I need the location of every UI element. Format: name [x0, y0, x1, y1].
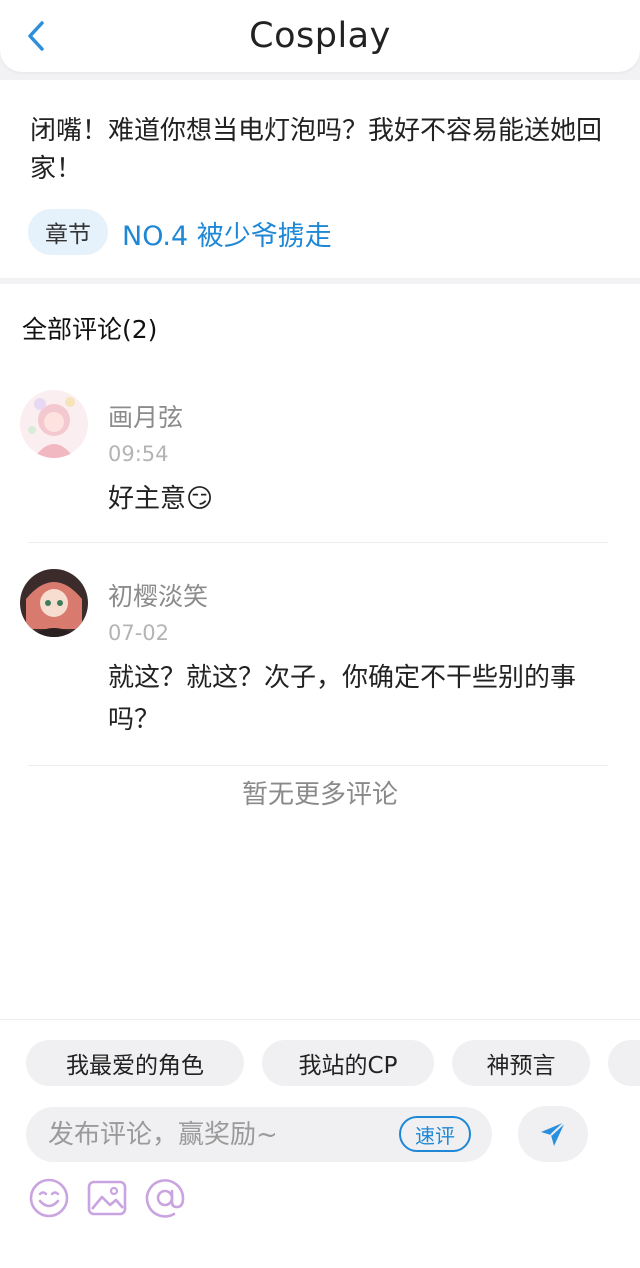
comment-input[interactable]	[48, 1107, 388, 1162]
chapter-tag: 章节	[28, 209, 108, 255]
comment-text: 就这？就这？次子，你确定不干些别的事吗？	[108, 663, 577, 735]
comments-section: 全部评论(2) 画月弦 09:54 好主意😏 初樱淡笑 07-02 就这？就这？…	[0, 284, 640, 1019]
quick-topic-chips: 我最爱的角色 我站的CP 神预言	[0, 1040, 640, 1086]
comment-author[interactable]: 画月弦	[108, 398, 183, 434]
comments-heading: 全部评论(2)	[22, 315, 158, 344]
avatar-image	[20, 390, 88, 458]
at-mention-icon[interactable]	[144, 1177, 186, 1219]
quote-card: 闭嘴！难道你想当电灯泡吗？我好不容易能送她回家！ 章节 NO.4 被少爷掳走	[0, 80, 640, 278]
comment-composer: 我最爱的角色 我站的CP 神预言 速评	[0, 1019, 640, 1268]
avatar-image	[20, 569, 88, 637]
comment-item: 初樱淡笑 07-02 就这？就这？次子，你确定不干些别的事吗？	[0, 569, 640, 749]
image-icon[interactable]	[86, 1177, 128, 1219]
avatar[interactable]	[20, 390, 88, 458]
comment-time: 09:54	[108, 442, 169, 466]
send-button[interactable]	[518, 1106, 588, 1162]
topic-chip[interactable]: 神预言	[452, 1040, 590, 1086]
comment-text: 好主意😏	[108, 484, 214, 514]
topic-chip-partial[interactable]	[608, 1040, 640, 1086]
chapter-link[interactable]: NO.4 被少爷掳走	[122, 214, 332, 253]
topic-chip[interactable]: 我最爱的角色	[26, 1040, 244, 1086]
comment-author[interactable]: 初樱淡笑	[108, 577, 208, 613]
topic-chip[interactable]: 我站的CP	[262, 1040, 434, 1086]
page-title: Cosplay	[249, 16, 391, 56]
avatar[interactable]	[20, 569, 88, 637]
quick-comment-button[interactable]: 速评	[399, 1116, 471, 1152]
emoji-icon[interactable]	[28, 1177, 70, 1219]
no-more-comments: 暂无更多评论	[241, 780, 398, 810]
comment-input-box: 速评	[26, 1107, 492, 1162]
send-icon	[541, 1121, 566, 1146]
comment-time: 07-02	[108, 621, 170, 645]
quote-text: 闭嘴！难道你想当电灯泡吗？我好不容易能送她回家！	[30, 116, 603, 184]
top-bar: Cosplay	[0, 0, 640, 72]
divider	[28, 542, 608, 543]
divider	[28, 765, 608, 766]
comment-item: 画月弦 09:54 好主意😏	[0, 390, 640, 540]
